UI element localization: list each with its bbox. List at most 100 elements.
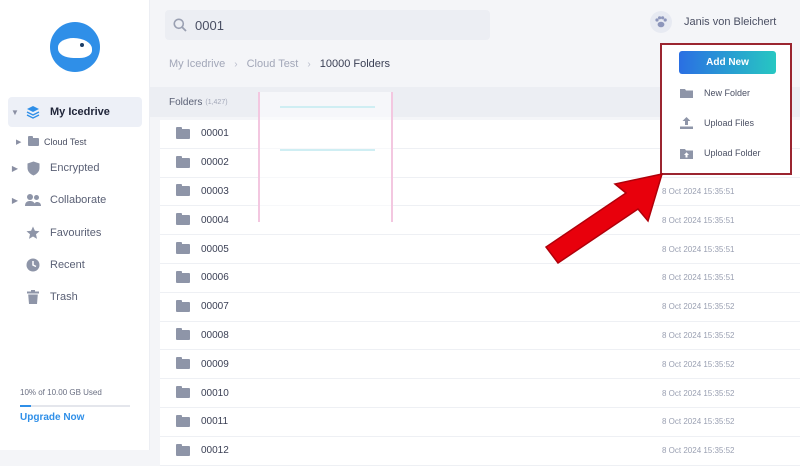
sidebar-item-recent[interactable]: Recent bbox=[8, 250, 142, 280]
folder-row[interactable]: 00011 8 Oct 2024 15:35:52 bbox=[160, 407, 800, 437]
folder-icon bbox=[176, 184, 190, 197]
layers-icon bbox=[24, 104, 42, 120]
folder-row[interactable]: 00003 8 Oct 2024 15:35:51 bbox=[160, 177, 800, 207]
folder-date: 8 Oct 2024 15:35:52 bbox=[662, 388, 735, 398]
folder-date: 8 Oct 2024 15:35:52 bbox=[662, 330, 735, 340]
search-icon[interactable] bbox=[165, 18, 195, 32]
add-new-button[interactable]: Add New bbox=[679, 51, 776, 74]
folder-date: 8 Oct 2024 15:35:52 bbox=[662, 302, 735, 312]
folders-count: (1,427) bbox=[205, 98, 228, 106]
folder-date: 8 Oct 2024 15:35:51 bbox=[662, 244, 735, 254]
folder-row[interactable]: 00009 8 Oct 2024 15:35:52 bbox=[160, 350, 800, 380]
upload-icon bbox=[680, 117, 693, 129]
menu-item-label: Upload Files bbox=[704, 118, 755, 128]
folder-name[interactable]: 00006 bbox=[201, 272, 229, 283]
folder-row[interactable]: 00007 8 Oct 2024 15:35:52 bbox=[160, 292, 800, 322]
user-menu[interactable]: Janis von Bleichert bbox=[650, 10, 776, 34]
red-arrow-annotation bbox=[544, 173, 664, 265]
folder-name[interactable]: 00005 bbox=[201, 244, 229, 255]
folder-icon bbox=[176, 126, 190, 139]
sidebar-subitem-label: Cloud Test bbox=[44, 137, 87, 147]
breadcrumb-current: 10000 Folders bbox=[319, 58, 391, 70]
sidebar-item-label: Recent bbox=[50, 259, 85, 271]
user-name[interactable]: Janis von Bleichert bbox=[684, 16, 776, 28]
storage-usage-bar bbox=[20, 405, 130, 407]
folder-row[interactable]: 00010 8 Oct 2024 15:35:52 bbox=[160, 379, 800, 408]
folder-icon bbox=[176, 155, 190, 168]
chevron-right-icon[interactable]: ▶ bbox=[8, 196, 22, 205]
storage-usage-fill bbox=[20, 405, 31, 407]
chevron-right-icon[interactable]: ▶ bbox=[16, 138, 28, 146]
folder-name[interactable]: 00009 bbox=[201, 359, 229, 370]
sidebar-item-my-icedrive[interactable]: ▼ My Icedrive bbox=[8, 97, 142, 127]
chevron-right-icon[interactable]: ▶ bbox=[8, 164, 22, 173]
upgrade-now-link[interactable]: Upgrade Now bbox=[20, 412, 84, 423]
folder-name[interactable]: 00007 bbox=[201, 301, 229, 312]
folder-icon bbox=[176, 386, 190, 399]
storage-usage-text: 10% of 10.00 GB Used bbox=[20, 388, 102, 397]
search-box[interactable] bbox=[165, 10, 490, 40]
folder-date: 8 Oct 2024 15:35:52 bbox=[662, 417, 735, 427]
folder-name[interactable]: 00002 bbox=[201, 157, 229, 168]
menu-item-upload-folder[interactable]: Upload Folder bbox=[670, 138, 782, 168]
folder-icon bbox=[176, 414, 190, 427]
folder-row[interactable]: 00008 8 Oct 2024 15:35:52 bbox=[160, 321, 800, 351]
folder-upload-icon bbox=[680, 148, 693, 159]
folder-icon bbox=[176, 357, 190, 370]
folder-date: 8 Oct 2024 15:35:51 bbox=[662, 186, 735, 196]
folder-icon bbox=[176, 443, 190, 456]
trash-icon bbox=[24, 289, 42, 305]
folder-row[interactable]: 00006 8 Oct 2024 15:35:51 bbox=[160, 263, 800, 293]
folder-row[interactable]: 00005 8 Oct 2024 15:35:51 bbox=[160, 235, 800, 264]
folder-date: 8 Oct 2024 15:35:52 bbox=[662, 359, 735, 369]
sidebar-item-label: My Icedrive bbox=[50, 106, 110, 118]
logo-bear-shape bbox=[58, 38, 92, 58]
icedrive-logo[interactable] bbox=[50, 22, 100, 72]
folder-name[interactable]: 00012 bbox=[201, 445, 229, 456]
folder-name[interactable]: 00011 bbox=[201, 416, 228, 427]
folder-row[interactable]: 00004 8 Oct 2024 15:35:51 bbox=[160, 206, 800, 236]
breadcrumb-item[interactable]: Cloud Test bbox=[247, 58, 299, 70]
folder-date: 8 Oct 2024 15:35:51 bbox=[662, 215, 735, 225]
folder-name[interactable]: 00004 bbox=[201, 215, 229, 226]
folder-icon bbox=[680, 88, 693, 98]
paw-icon[interactable] bbox=[650, 11, 672, 33]
folders-header-label: Folders bbox=[169, 96, 203, 108]
search-input[interactable] bbox=[195, 17, 475, 33]
sidebar-item-label: Encrypted bbox=[50, 162, 100, 174]
star-icon bbox=[24, 225, 42, 241]
folder-name[interactable]: 00001 bbox=[201, 128, 229, 139]
folder-date: 8 Oct 2024 15:35:52 bbox=[662, 446, 735, 456]
breadcrumb-item[interactable]: My Icedrive bbox=[169, 58, 225, 70]
sidebar-item-label: Favourites bbox=[50, 227, 102, 239]
folder-name[interactable]: 00008 bbox=[201, 330, 229, 341]
sidebar-item-label: Trash bbox=[50, 291, 78, 303]
folder-icon bbox=[176, 328, 190, 341]
breadcrumb: My Icedrive › Cloud Test › 10000 Folders bbox=[169, 58, 390, 70]
sidebar-subitem-cloud-test[interactable]: ▶ Cloud Test bbox=[16, 134, 86, 150]
folder-icon bbox=[176, 213, 190, 226]
chevron-down-icon[interactable]: ▼ bbox=[8, 108, 22, 117]
logo-bear-eye bbox=[80, 43, 84, 47]
folder-icon bbox=[176, 242, 190, 255]
folder-date: 8 Oct 2024 15:35:51 bbox=[662, 273, 735, 283]
folder-icon bbox=[176, 270, 190, 283]
menu-item-label: Upload Folder bbox=[704, 148, 761, 158]
sidebar-item-label: Collaborate bbox=[50, 194, 107, 206]
menu-item-upload-files[interactable]: Upload Files bbox=[670, 108, 782, 138]
folder-icon bbox=[176, 299, 190, 312]
chevron-right-icon: › bbox=[234, 58, 238, 70]
folder-icon bbox=[28, 136, 39, 146]
users-icon bbox=[24, 192, 42, 208]
sidebar-item-encrypted[interactable]: ▶ Encrypted bbox=[8, 153, 142, 183]
folder-name[interactable]: 00010 bbox=[201, 388, 229, 399]
chevron-right-icon: › bbox=[307, 58, 311, 70]
folder-name[interactable]: 00003 bbox=[201, 186, 229, 197]
folder-row[interactable]: 00012 8 Oct 2024 15:35:52 bbox=[160, 436, 800, 466]
sidebar-item-trash[interactable]: Trash bbox=[8, 282, 142, 312]
sidebar-item-favourites[interactable]: Favourites bbox=[8, 218, 142, 248]
menu-item-new-folder[interactable]: New Folder bbox=[670, 78, 782, 108]
sidebar-item-collaborate[interactable]: ▶ Collaborate bbox=[8, 185, 142, 215]
sidebar: ▼ My Icedrive ▶ Cloud Test ▶ Encrypted ▶… bbox=[0, 0, 150, 450]
menu-item-label: New Folder bbox=[704, 88, 751, 98]
